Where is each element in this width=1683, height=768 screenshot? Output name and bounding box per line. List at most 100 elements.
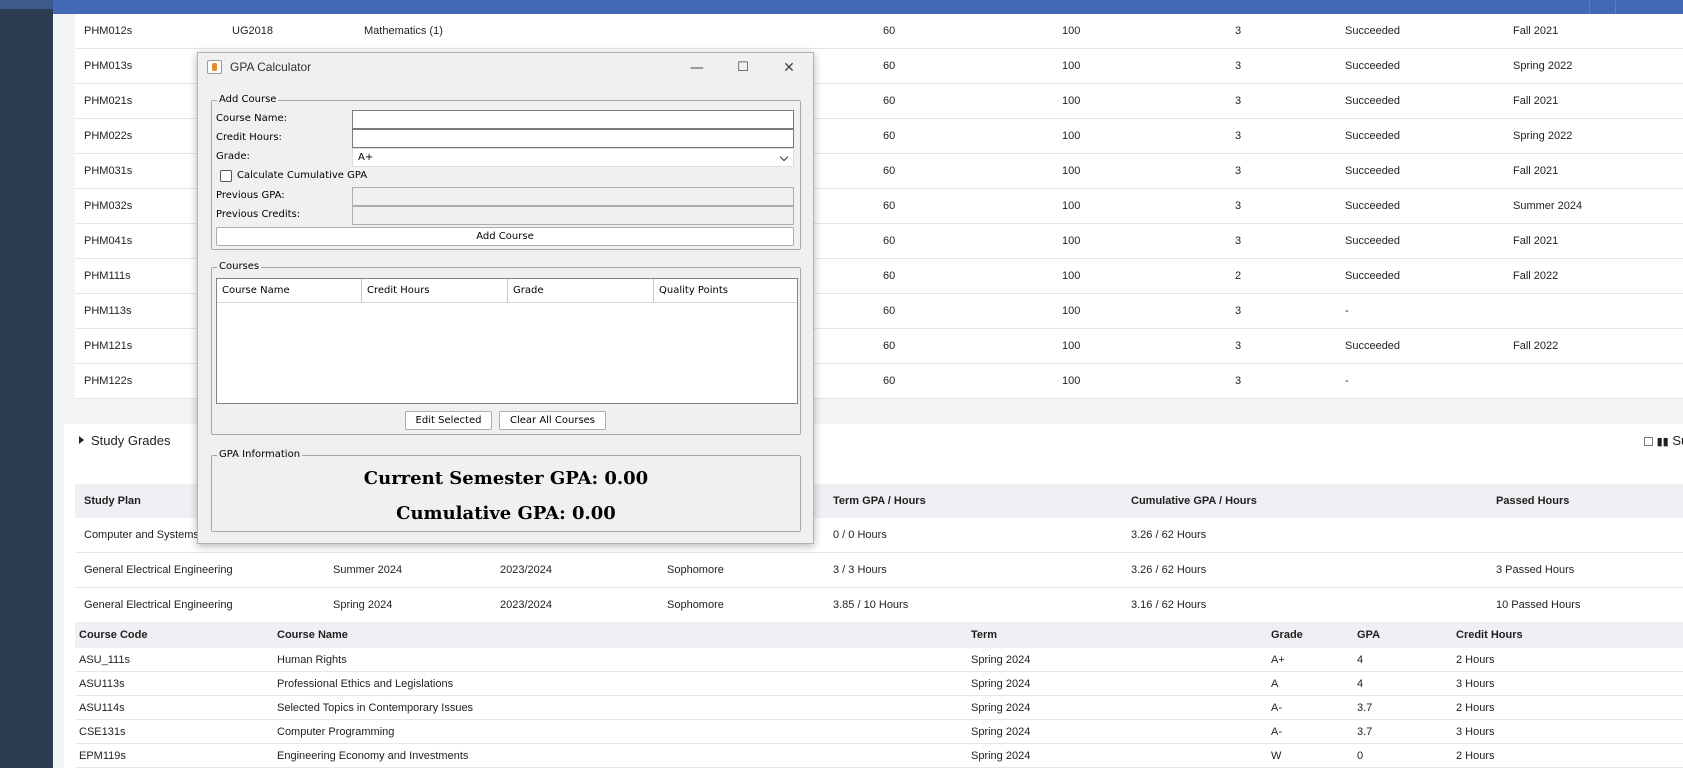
course-name-field[interactable] (352, 110, 794, 129)
gpa-calculator-window: GPA Calculator — ☐ ✕ Add Course Course N… (197, 52, 814, 544)
max-grade: 100 (1062, 60, 1081, 72)
credit-hours-input[interactable] (353, 130, 793, 147)
credit-hours: 3 (1235, 130, 1242, 142)
header-term-gpa-hours: Term GPA / Hours (833, 495, 926, 507)
table-row[interactable]: General Electrical Engineering Spring 202… (75, 588, 1683, 623)
credit-hours: 3 Hours (1456, 726, 1495, 738)
table-row[interactable]: ASU113s Professional Ethics and Legislati… (75, 672, 1683, 696)
term: Spring 2024 (333, 599, 393, 611)
course-code: PHM021s (84, 95, 133, 107)
grade: A+ (1271, 654, 1285, 666)
credit-hours-label: Credit Hours: (216, 132, 282, 143)
gpa: 4 (1357, 654, 1364, 666)
term: Summer 2024 (1513, 200, 1583, 212)
course-code: CSE131s (79, 726, 126, 738)
table-row[interactable]: ASU_111s Human Rights Spring 2024 A+ 4 2 Hour… (75, 648, 1683, 672)
java-icon (207, 60, 222, 74)
course-name: Mathematics (1) (364, 25, 443, 37)
study-grades-toggle[interactable]: Study Grades (79, 433, 171, 448)
header-passed-hours: Passed Hours (1496, 495, 1570, 507)
edit-selected-button[interactable]: Edit Selected (405, 411, 492, 430)
credit-hours: 3 (1235, 25, 1242, 37)
credit-hours: 3 (1235, 305, 1242, 317)
previous-credits-field (352, 206, 794, 225)
clear-all-courses-button[interactable]: Clear All Courses (499, 411, 606, 430)
grade: A (1271, 678, 1279, 690)
cumulative-gpa-label: Calculate Cumulative GPA (237, 170, 368, 181)
cumulative-gpa-hours: 3.16 / 62 Hours (1131, 599, 1207, 611)
course-code: PHM012s (84, 25, 133, 37)
credit-hours: 3 (1235, 375, 1242, 387)
passed-hours: 10 Passed Hours (1496, 599, 1581, 611)
term: Fall 2021 (1513, 235, 1559, 247)
credit-hours: 3 Hours (1456, 678, 1495, 690)
term: Spring 2024 (971, 702, 1031, 714)
title-bar[interactable]: GPA Calculator — ☐ ✕ (198, 53, 813, 83)
previous-gpa-field (352, 187, 794, 206)
credit-hours: 2 Hours (1456, 654, 1495, 666)
header-course-code: Course Code (79, 629, 148, 641)
term-gpa-hours: 3 / 3 Hours (833, 564, 887, 576)
table-row[interactable]: General Electrical Engineering Summer 202… (75, 553, 1683, 588)
term: Fall 2021 (1513, 165, 1559, 177)
gpa: 4 (1357, 678, 1364, 690)
status: Succeeded (1345, 60, 1401, 72)
course-code: PHM121s (84, 340, 133, 352)
maximize-button[interactable]: ☐ (720, 53, 766, 83)
study-plan: Computer and Systems E (84, 529, 210, 541)
min-grade: 60 (883, 60, 896, 72)
course-name: Selected Topics in Contemporary Issues (277, 702, 474, 714)
course-code: PHM013s (84, 60, 133, 72)
add-course-group: Add Course Course Name: Credit Hours: Gr… (211, 94, 801, 250)
previous-credits-label: Previous Credits: (216, 209, 301, 220)
current-semester-gpa: Current Semester GPA: 0.00 (363, 468, 649, 489)
course-name-input[interactable] (353, 111, 793, 128)
term: Spring 2024 (971, 654, 1031, 666)
course-code: EPM119s (79, 750, 126, 762)
header-gpa: GPA (1357, 629, 1381, 641)
gpa-information-group: GPA Information Current Semester GPA: 0.… (211, 449, 801, 532)
table-row[interactable]: ASU114s Selected Topics in Contemporary I… (75, 696, 1683, 720)
courses-list-table[interactable]: Course Name Credit Hours Grade Quality P… (216, 278, 798, 404)
min-grade: 60 (883, 95, 896, 107)
course-name: Computer Programming (277, 726, 395, 738)
gpa: 3.7 (1357, 702, 1373, 714)
table-row[interactable]: CSE131s Computer Programming Spring 2024 A-… (75, 720, 1683, 744)
credit-hours: 2 Hours (1456, 702, 1495, 714)
column-course-name[interactable]: Course Name (217, 279, 362, 303)
credit-hours: 3 (1235, 95, 1242, 107)
table-row[interactable]: EPM119s Engineering Economy and Investmen… (75, 744, 1683, 768)
cumulative-gpa-checkbox[interactable] (220, 170, 232, 182)
column-quality-points[interactable]: Quality Points (654, 279, 797, 303)
academic-year: 2023/2024 (500, 599, 552, 611)
status: - (1345, 375, 1349, 387)
course-name: Engineering Economy and Investments (277, 750, 469, 762)
credit-hours: 3 (1235, 165, 1242, 177)
column-credit-hours[interactable]: Credit Hours (362, 279, 508, 303)
window-title: GPA Calculator (230, 60, 312, 74)
term: Spring 2024 (971, 678, 1031, 690)
option-checkbox[interactable] (1644, 437, 1653, 446)
term: Fall 2021 (1513, 95, 1559, 107)
grade-select[interactable]: A+ (352, 148, 794, 167)
credit-hours: 3 (1235, 200, 1242, 212)
table-row[interactable]: PHM012s UG2018 Mathematics (1) 60 100 3 Succee… (75, 14, 1683, 49)
status: Succeeded (1345, 25, 1401, 37)
academic-year: 2023/2024 (500, 564, 552, 576)
column-grade[interactable]: Grade (508, 279, 654, 303)
course-code: PHM111s (84, 270, 131, 282)
course-code: ASU113s (79, 678, 125, 690)
course-code: PHM122s (84, 375, 133, 387)
close-button[interactable]: ✕ (766, 53, 812, 83)
course-name-label: Course Name: (216, 113, 287, 124)
minimize-button[interactable]: — (674, 53, 720, 83)
min-grade: 60 (883, 340, 896, 352)
course-code: ASU_111s (79, 654, 130, 666)
table-header-row: Course Code Course Name Term Grade GPA Credit… (75, 622, 1683, 648)
grade: A- (1271, 702, 1282, 714)
credit-hours-field[interactable] (352, 129, 794, 148)
credit-hours: 3 (1235, 340, 1242, 352)
study-grades-option[interactable]: ▮▮ Su (1644, 433, 1683, 448)
add-course-button[interactable]: Add Course (216, 227, 794, 246)
study-plan: General Electrical Engineering (84, 564, 233, 576)
